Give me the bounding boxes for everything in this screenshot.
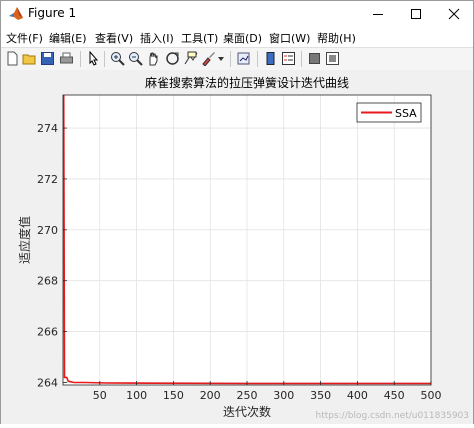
y-axis-label: 适应度值: [17, 216, 32, 264]
show-plot-tools-icon[interactable]: [325, 51, 340, 66]
menu-view[interactable]: 查看(V): [95, 30, 133, 46]
maximize-button[interactable]: [397, 1, 435, 27]
y-tick-label: 274: [37, 122, 58, 135]
menu-window[interactable]: 窗口(W): [269, 30, 310, 46]
y-tick-label: 270: [37, 224, 58, 237]
x-tick-label: 100: [126, 389, 147, 402]
matlab-logo-icon: [9, 7, 23, 20]
x-tick-label: 250: [237, 389, 258, 402]
legend-icon[interactable]: [281, 51, 296, 66]
x-tick-label: 450: [384, 389, 405, 402]
minimize-button[interactable]: [359, 1, 397, 27]
toolbar-separator: [230, 51, 231, 67]
x-tick-label: 300: [273, 389, 294, 402]
menu-file[interactable]: 文件(F): [6, 30, 43, 46]
y-tick-label: 272: [37, 173, 58, 186]
print-icon[interactable]: [59, 51, 74, 66]
legend[interactable]: SSA: [356, 102, 422, 123]
toolbar-separator: [301, 51, 302, 67]
pan-icon[interactable]: [146, 51, 161, 66]
menu-desktop[interactable]: 桌面(D): [223, 30, 262, 46]
menu-edit[interactable]: 编辑(E): [49, 30, 87, 46]
brush-dropdown-icon[interactable]: [217, 51, 225, 66]
rotate-3d-icon[interactable]: [165, 51, 180, 66]
x-tick-label: 50: [93, 389, 107, 402]
save-icon[interactable]: [40, 51, 55, 66]
menu-tools[interactable]: 工具(T): [181, 30, 218, 46]
menu-help[interactable]: 帮助(H): [317, 30, 356, 46]
open-file-icon[interactable]: [22, 51, 37, 66]
hide-plot-tools-icon[interactable]: [307, 51, 322, 66]
colorbar-icon[interactable]: [263, 51, 278, 66]
data-cursor-icon[interactable]: [183, 51, 198, 66]
chart-title: 麻雀搜索算法的拉压弹簧设计迭代曲线: [145, 75, 349, 90]
toolbar-separator: [257, 51, 258, 67]
zoom-out-icon[interactable]: [128, 51, 143, 66]
figure-window: Figure 1 文件(F) 编辑(E) 查看(V) 插入(I) 工具(T) 桌…: [0, 0, 474, 424]
menu-bar: 文件(F) 编辑(E) 查看(V) 插入(I) 工具(T) 桌面(D) 窗口(W…: [1, 27, 473, 47]
x-tick-label: 350: [310, 389, 331, 402]
edit-plot-icon[interactable]: [86, 51, 101, 66]
plot-svg: 50 100 150 200 250 300 350 400 450 500 264 266 268 27…: [1, 70, 473, 424]
title-bar: Figure 1: [1, 1, 473, 27]
minimize-icon: [373, 14, 383, 15]
link-plot-icon[interactable]: [236, 51, 251, 66]
toolbar-separator: [80, 51, 81, 67]
figure-canvas: 50 100 150 200 250 300 350 400 450 500 264 266 268 27…: [1, 70, 473, 424]
close-icon: [448, 8, 460, 20]
window-title: Figure 1: [28, 6, 77, 20]
x-tick-label: 150: [163, 389, 184, 402]
maximize-icon: [411, 9, 421, 19]
y-tick-label: 264: [37, 376, 58, 389]
x-axis-label: 迭代次数: [223, 404, 271, 419]
figure-toolbar: [1, 47, 473, 71]
x-tick-label: 200: [200, 389, 221, 402]
zoom-in-icon[interactable]: [110, 51, 125, 66]
new-figure-icon[interactable]: [5, 51, 20, 66]
close-button[interactable]: [435, 1, 473, 27]
x-tick-label: 400: [347, 389, 368, 402]
watermark: https://blog.csdn.net/u011835903: [315, 411, 469, 421]
y-tick-label: 268: [37, 275, 58, 288]
brush-icon[interactable]: [201, 51, 216, 66]
menu-insert[interactable]: 插入(I): [140, 30, 174, 46]
x-tick-label: 500: [421, 389, 442, 402]
legend-label: SSA: [395, 107, 417, 120]
y-tick-label: 266: [37, 326, 58, 339]
toolbar-separator: [104, 51, 105, 67]
